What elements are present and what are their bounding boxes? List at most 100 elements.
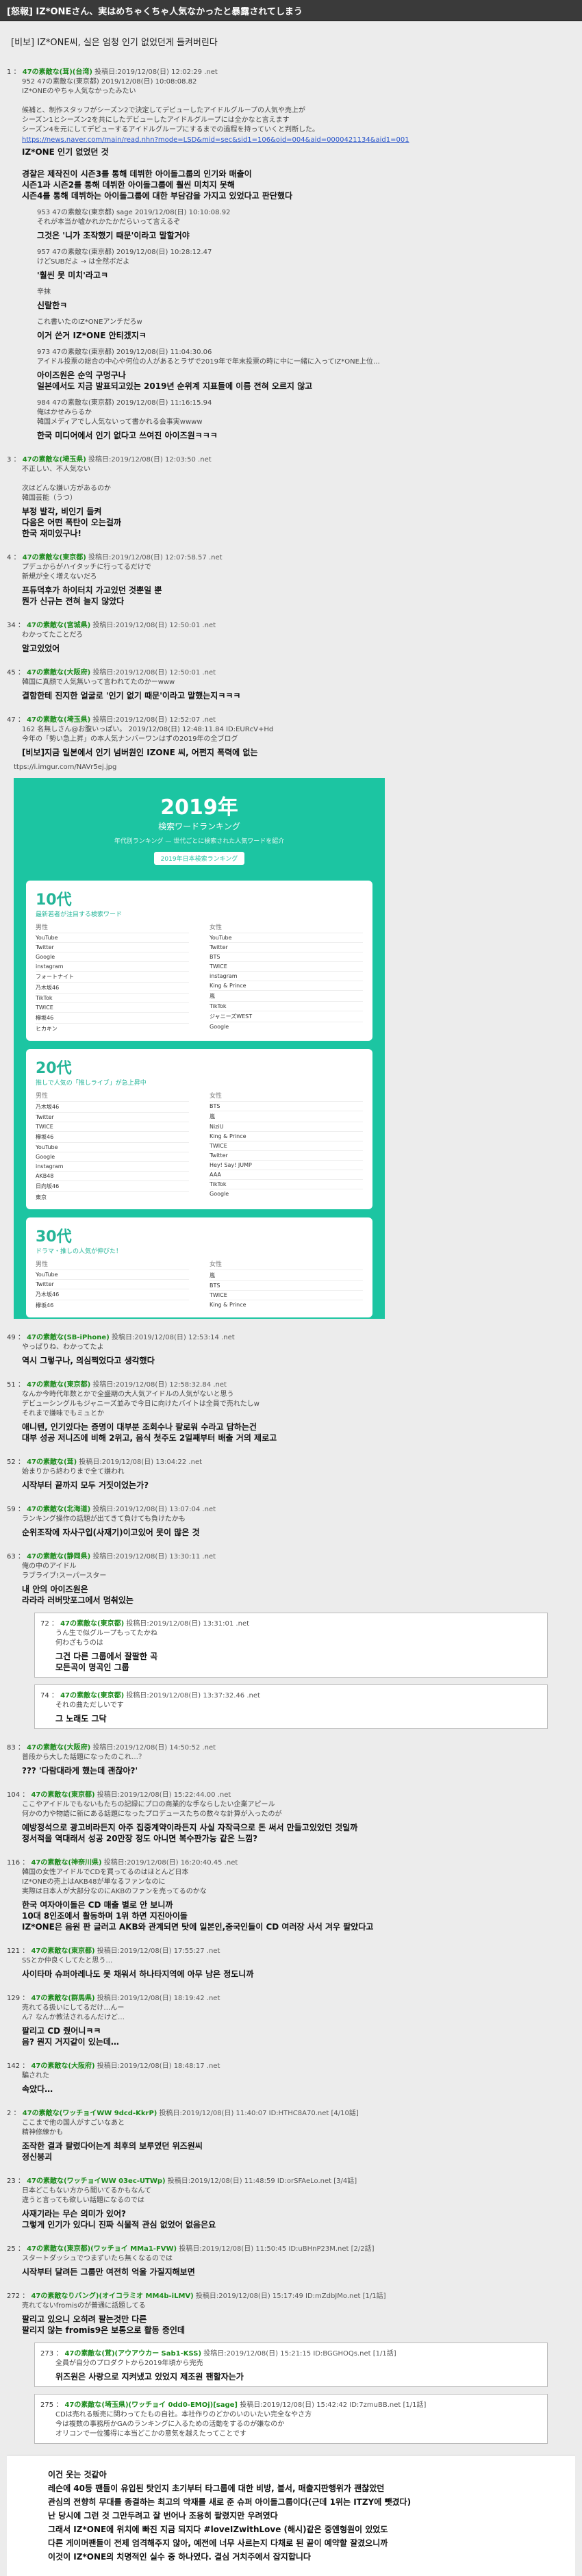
post-number[interactable]: 2 xyxy=(7,2110,11,2117)
column-title: 男性 xyxy=(36,1093,49,1100)
news-link[interactable]: https://news.naver.com/main/read.nhn?mod… xyxy=(22,136,575,144)
post-body-kr: 시작부터 끝까지 모두 거짓이었는가? xyxy=(22,1480,149,1490)
rank-item: instagram xyxy=(210,971,363,981)
rank-item: 日向坂46 xyxy=(36,1180,189,1191)
post-header: 23 ： 47の素敵な(ワッチョイWW 03ec-UTWp) 投稿日:2019/… xyxy=(7,2177,357,2185)
poster-name: 47の素敵な(北海道) xyxy=(27,1506,91,1513)
post-body-kr: 역시 그렇구나, 의심쩍었다고 생각했다 xyxy=(22,1356,155,1365)
post-body-kr: 애니텐, 인기있다는 증명이 대부분 조회수나 팔로워 수라고 답하는건 대부 … xyxy=(22,1422,277,1443)
post-number[interactable]: 23 xyxy=(7,2177,16,2185)
post-body-jp: 日本どこもない方から聞いてるかもなんて 違うと言っても欲しい話題になるのでは xyxy=(22,2187,151,2204)
image-link[interactable]: ttps://i.imgur.com/NAVr5ej.jpg xyxy=(14,763,575,771)
post-header: 49 ： 47の素敵な(SB-iPhone) 投稿日:2019/12/08(日)… xyxy=(7,1334,235,1341)
post-number[interactable]: 83 xyxy=(7,1744,16,1752)
post-meta: 投稿日:2019/12/08(日) 11:40:07 ID:HTHC8A70.n… xyxy=(159,2110,359,2117)
quote-kr: 신랄한ㅋ xyxy=(37,301,68,310)
post-number[interactable]: 63 xyxy=(7,1553,16,1561)
age-caption: ドラマ・推しの人気が伸びた！ xyxy=(36,1248,123,1255)
post-number[interactable]: 272 xyxy=(7,2293,20,2300)
post-meta: 投稿日:2019/12/08(日) 14:50:52 .net xyxy=(92,1744,216,1752)
post-number[interactable]: 51 xyxy=(7,1381,16,1389)
rank-item: BTS xyxy=(210,952,363,961)
poster-name: 47の素敵な(東京都) xyxy=(60,1620,125,1628)
poster-name: 47の素敵な(茸)(アウアウカー Sab1-KSS) xyxy=(64,2350,202,2358)
post-header: 52 ： 47の素敵な(茸) 投稿日:2019/12/08(日) 13:04:2… xyxy=(7,1459,203,1466)
post-number[interactable]: 72 xyxy=(40,1620,49,1628)
post-number[interactable]: 59 xyxy=(7,1506,16,1513)
post-body-kr: 순위조작에 자사구입(사재기)이고있어 못이 많은 것 xyxy=(22,1528,200,1537)
post-number[interactable]: 45 xyxy=(7,669,16,677)
post-body-jp: 始まりから終わりまで全て嫌われ xyxy=(22,1468,125,1476)
post-number[interactable]: 74 xyxy=(40,1692,49,1700)
rank-item: AAA xyxy=(210,1170,363,1179)
age-card-10s: 10代 最新若者が注目する検索ワード 男性 YouTube Twitter Go… xyxy=(26,881,372,1041)
post-meta: 投稿日:2019/12/08(日) 15:17:49 ID:mZdbJMo.ne… xyxy=(195,2293,386,2300)
post-number[interactable]: 25 xyxy=(7,2245,16,2253)
post-number[interactable]: 116 xyxy=(7,1859,20,1867)
post-body-kr: 부정 발각, 비인기 들켜 다음은 어떤 폭탄이 오는걸까 한국 재미있구나! xyxy=(22,507,122,538)
post-header: 4 ： 47の素敵な(東京都) 投稿日:2019/12/08(日) 12:07:… xyxy=(7,554,223,561)
post-number[interactable]: 129 xyxy=(7,1995,20,2002)
post-body-kr: [비보]지금 일본에서 인기 넘버원인 IZONE 씨, 어쩐지 폭력에 없는 xyxy=(22,748,258,757)
rank-item: YouTube xyxy=(36,1270,189,1279)
thread-content: 1 ： 47の素敵な(茸)(台湾) 投稿日:2019/12/08(日) 12:0… xyxy=(0,66,582,2576)
footer-line: 그래서 IZ*ONE에 위치에 빠진 지금 되지다 #loveIZwithLov… xyxy=(48,2525,388,2534)
poster-name: 47の素敵な(SB-iPhone) xyxy=(27,1334,110,1341)
post-129: 129 ： 47の素敵な(群馬県) 投稿日:2019/12/08(日) 18:1… xyxy=(7,1992,575,2047)
rank-item: Twitter xyxy=(36,1279,189,1289)
post-25: 25 ： 47の素敵な(東京都)(ワッチョイ MMa1-FVW) 投稿日:201… xyxy=(7,2243,575,2277)
poster-name: 47の素敵な(東京都) xyxy=(27,1381,91,1389)
rank-item: Twitter xyxy=(36,1112,189,1122)
post-header: 142 ： 47の素敵な(大阪府) 投稿日:2019/12/08(日) 18:4… xyxy=(7,2062,220,2070)
post-142: 142 ： 47の素敵な(大阪府) 投稿日:2019/12/08(日) 18:4… xyxy=(7,2060,575,2095)
post-header: 2 ： 47の素敵な(ワッチョイWW 9dcd-KkrP) 投稿日:2019/1… xyxy=(7,2110,359,2117)
poster-name: 47の素敵な(埼玉県) xyxy=(22,456,86,464)
reply-popup: 74 ： 47の素敵な(東京都) 投稿日:2019/12/08(日) 13:37… xyxy=(34,1684,548,1729)
post-body-jp: 韓国の女性アイドルでCDを買ってるのはほとんど日本 IZ*ONEの売上はAKB4… xyxy=(22,1869,207,1895)
post-meta: 投稿日:2019/12/08(日) 15:21:15 ID:BGGHOQs.ne… xyxy=(203,2350,396,2358)
rank-item: 欅坂46 xyxy=(36,1300,189,1311)
post-number[interactable]: 47 xyxy=(7,716,16,724)
post-59: 59 ： 47の素敵な(北海道) 投稿日:2019/12/08(日) 13:07… xyxy=(7,1503,575,1538)
rank-item: Twitter xyxy=(36,942,189,952)
post-45: 45 ： 47の素敵な(大阪府) 投稿日:2019/12/08(日) 12:50… xyxy=(7,666,575,701)
rank-item: 乃木坂46 xyxy=(36,1289,189,1300)
ranking-image[interactable]: 2019年 検索ワードランキング 年代別ランキング — 世代ごとに検索された人気… xyxy=(14,778,385,1319)
post-header: 3 ： 47の素敵な(埼玉県) 投稿日:2019/12/08(日) 12:03:… xyxy=(7,456,212,464)
post-number[interactable]: 142 xyxy=(7,2062,20,2070)
post-number[interactable]: 34 xyxy=(7,622,16,629)
male-column: 男性 乃木坂46 Twitter TWICE 欅坂46 YouTube Goog… xyxy=(36,1091,189,1202)
post-number[interactable]: 3 xyxy=(7,456,11,464)
post-number[interactable]: 273 xyxy=(40,2350,53,2358)
rank-item: TWICE xyxy=(210,1141,363,1150)
quote-block: 957 47の素敵な(東京都) 2019/12/08(日) 10:28:12.4… xyxy=(22,248,575,281)
poster-name: 47の素敵な(ワッチョイWW 03ec-UTWp) xyxy=(27,2177,166,2185)
post-number[interactable]: 49 xyxy=(7,1334,16,1341)
post-body-kr: 사이타마 슈퍼아레나도 못 채워서 하나타지역에 아무 남은 정도니까 xyxy=(22,1969,254,1979)
quote-jp: 辛抹 xyxy=(37,288,51,296)
post-number[interactable]: 104 xyxy=(7,1791,20,1799)
rank-item: King & Prince xyxy=(210,981,363,990)
rank-item: Google xyxy=(210,1189,363,1198)
post-number[interactable]: 4 xyxy=(7,554,11,561)
rank-item: 乃木坂46 xyxy=(36,1101,189,1112)
post-header: 47 ： 47の素敵な(埼玉県) 投稿日:2019/12/08(日) 12:52… xyxy=(7,716,216,724)
quote-block: 辛抹 신랄한ㅋ xyxy=(22,288,575,311)
post-272: 272 ： 47の素敵なりバング)(オイコラミオ MM4b-iLMV) 投稿日:… xyxy=(7,2290,575,2336)
female-column: 女性 嵐 BTS TWICE King & Prince xyxy=(210,1259,363,1311)
quote-jp: これ書いたのIZ*ONEアンチだろw xyxy=(37,318,142,326)
quote-kr: 이거 쓴거 IZ*ONE 안티겠지ㅋ xyxy=(37,331,147,340)
poster-name: 47の素敵な(埼玉県)(ワッチョイ 0dd0-EMOj)[sage] xyxy=(64,2401,238,2409)
post-4: 4 ： 47の素敵な(東京都) 投稿日:2019/12/08(日) 12:07:… xyxy=(7,551,575,607)
post-number[interactable]: 121 xyxy=(7,1947,20,1955)
rank-item: AKB48 xyxy=(36,1171,189,1180)
post-number[interactable]: 52 xyxy=(7,1459,16,1466)
post-meta: 投稿日:2019/12/08(日) 16:20:40.45 .net xyxy=(103,1859,238,1867)
post-meta: 投稿日:2019/12/08(日) 12:58:32.84 .net xyxy=(92,1381,227,1389)
quote-jp: 973 47の素敵な(東京都) 2019/12/08(日) 11:04:30.0… xyxy=(37,349,380,366)
post-meta: 投稿日:2019/12/08(日) 18:19:42 .net xyxy=(97,1995,220,2002)
post-number[interactable]: 275 xyxy=(40,2401,53,2409)
post-275: 275 ： 47の素敵な(埼玉県)(ワッチョイ 0dd0-EMOj)[sage]… xyxy=(34,2394,548,2444)
post-number[interactable]: 1 xyxy=(7,68,11,76)
post-body-jp: やっぱりね、わかってたよ xyxy=(22,1343,104,1351)
